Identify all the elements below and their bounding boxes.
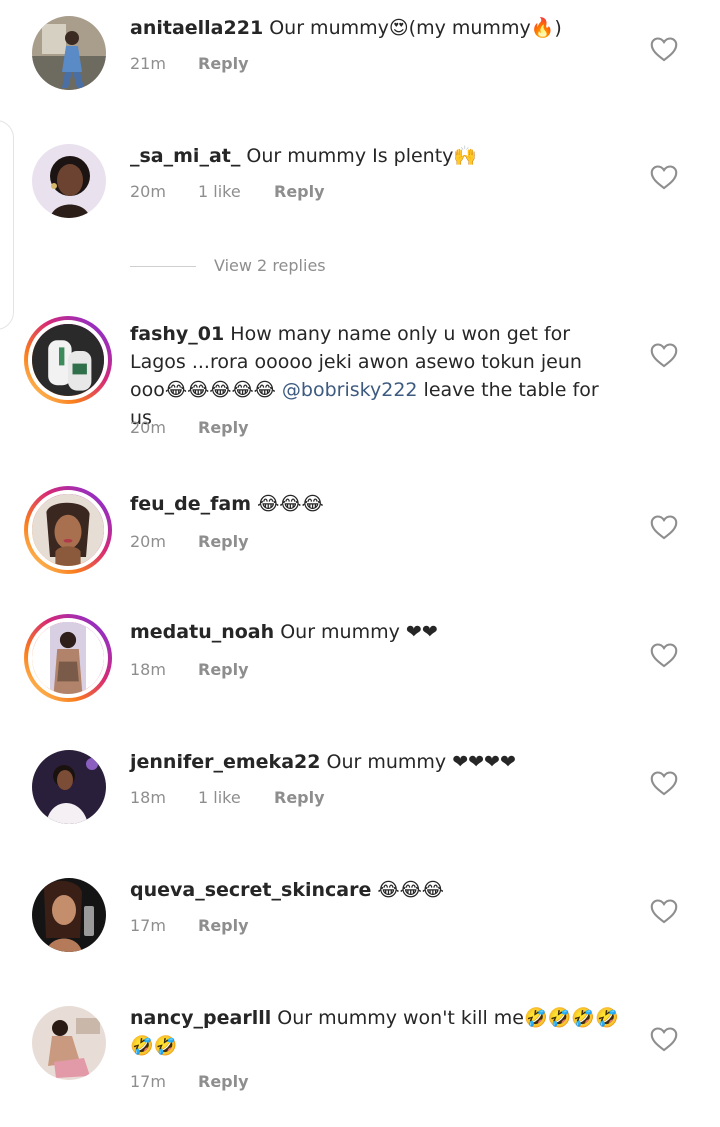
reply-button[interactable]: Reply [198, 916, 249, 935]
comment-body: 😂😂😂 [371, 879, 444, 901]
avatar[interactable] [24, 486, 112, 574]
comment-meta: 17m Reply [130, 916, 249, 935]
comment-meta: 20m Reply [130, 532, 249, 551]
comment-text: _sa_mi_at_ Our mummy Is plenty🙌 [130, 142, 620, 170]
avatar-photo [32, 878, 106, 952]
avatar-image [32, 1006, 106, 1080]
comment-meta: 18m 1 like Reply [130, 788, 325, 807]
like-heart-icon[interactable] [650, 1026, 678, 1052]
avatar-image [28, 490, 108, 570]
comment-username[interactable]: fashy_01 [130, 323, 224, 345]
comment-likes[interactable]: 1 like [198, 788, 274, 807]
avatar-image [32, 878, 106, 952]
comment-username[interactable]: nancy_pearlll [130, 1007, 271, 1029]
like-heart-icon[interactable] [650, 770, 678, 796]
avatar-photo [32, 1006, 106, 1080]
comment-body: Our mummy😍(my mummy🔥) [263, 17, 562, 39]
view-replies-button[interactable]: View 2 replies [130, 256, 326, 275]
comment-meta: 20m 1 like Reply [130, 182, 325, 201]
avatar-photo [32, 144, 106, 218]
comment-text: anitaella221 Our mummy😍(my mummy🔥) [130, 14, 620, 42]
comment-text: feu_de_fam 😂😂😂 [130, 490, 620, 518]
reply-button[interactable]: Reply [274, 182, 325, 201]
avatar-photo [32, 494, 104, 566]
comment-body: Our mummy ❤❤❤❤ [320, 751, 516, 773]
reply-button[interactable]: Reply [198, 660, 249, 679]
comment-time: 17m [130, 916, 166, 935]
comment-time: 20m [130, 182, 166, 201]
avatar-image [32, 750, 106, 824]
avatar[interactable] [32, 750, 106, 824]
avatar[interactable] [32, 878, 106, 952]
comment-text: nancy_pearlll Our mummy won't kill me🤣🤣🤣… [130, 1004, 620, 1060]
comment-username[interactable]: feu_de_fam [130, 493, 251, 515]
reply-button[interactable]: Reply [274, 788, 325, 807]
view-replies-label: View 2 replies [214, 256, 326, 275]
comment-username[interactable]: jennifer_emeka22 [130, 751, 320, 773]
comment-body: Our mummy Is plenty🙌 [240, 145, 478, 167]
comment-text: medatu_noah Our mummy ❤❤ [130, 618, 620, 646]
comment-meta: 18m Reply [130, 660, 249, 679]
comment-time: 18m [130, 660, 166, 679]
reply-button[interactable]: Reply [198, 1072, 249, 1091]
comment-username[interactable]: anitaella221 [130, 17, 263, 39]
comment-text: jennifer_emeka22 Our mummy ❤❤❤❤ [130, 748, 620, 776]
comment-mention-link[interactable]: @bobrisky222 [282, 379, 418, 401]
reply-button[interactable]: Reply [198, 418, 249, 437]
comment-username[interactable]: medatu_noah [130, 621, 274, 643]
avatar-photo [32, 324, 104, 396]
comment-username[interactable]: queva_secret_skincare [130, 879, 371, 901]
comment-username[interactable]: _sa_mi_at_ [130, 145, 240, 167]
avatar-photo [32, 750, 106, 824]
side-panel-tab [0, 120, 14, 330]
comment-body: 😂😂😂 [251, 493, 324, 515]
like-heart-icon[interactable] [650, 898, 678, 924]
comment-likes[interactable]: 1 like [198, 182, 274, 201]
comment-text: queva_secret_skincare 😂😂😂 [130, 876, 620, 904]
like-heart-icon[interactable] [650, 164, 678, 190]
comment-time: 20m [130, 532, 166, 551]
comment-time: 17m [130, 1072, 166, 1091]
comment-time: 18m [130, 788, 166, 807]
avatar-photo [32, 622, 104, 694]
comment-time: 20m [130, 418, 166, 437]
reply-button[interactable]: Reply [198, 532, 249, 551]
avatar-image [32, 16, 106, 90]
avatar[interactable] [24, 614, 112, 702]
like-heart-icon[interactable] [650, 514, 678, 540]
comment-meta: 20m Reply [130, 418, 249, 437]
comment-text: fashy_01 How many name only u won get fo… [130, 320, 620, 432]
avatar[interactable] [32, 144, 106, 218]
comment-time: 21m [130, 54, 166, 73]
avatar-image [28, 320, 108, 400]
avatar[interactable] [32, 1006, 106, 1080]
comment-body: Our mummy ❤❤ [274, 621, 438, 643]
reply-button[interactable]: Reply [198, 54, 249, 73]
avatar-photo [32, 16, 106, 90]
avatar[interactable] [32, 16, 106, 90]
view-replies-line [130, 266, 196, 267]
like-heart-icon[interactable] [650, 36, 678, 62]
avatar-image [32, 144, 106, 218]
comment-meta: 17m Reply [130, 1072, 249, 1091]
avatar[interactable] [24, 316, 112, 404]
comment-meta: 21m Reply [130, 54, 249, 73]
like-heart-icon[interactable] [650, 642, 678, 668]
like-heart-icon[interactable] [650, 342, 678, 368]
avatar-image [28, 618, 108, 698]
